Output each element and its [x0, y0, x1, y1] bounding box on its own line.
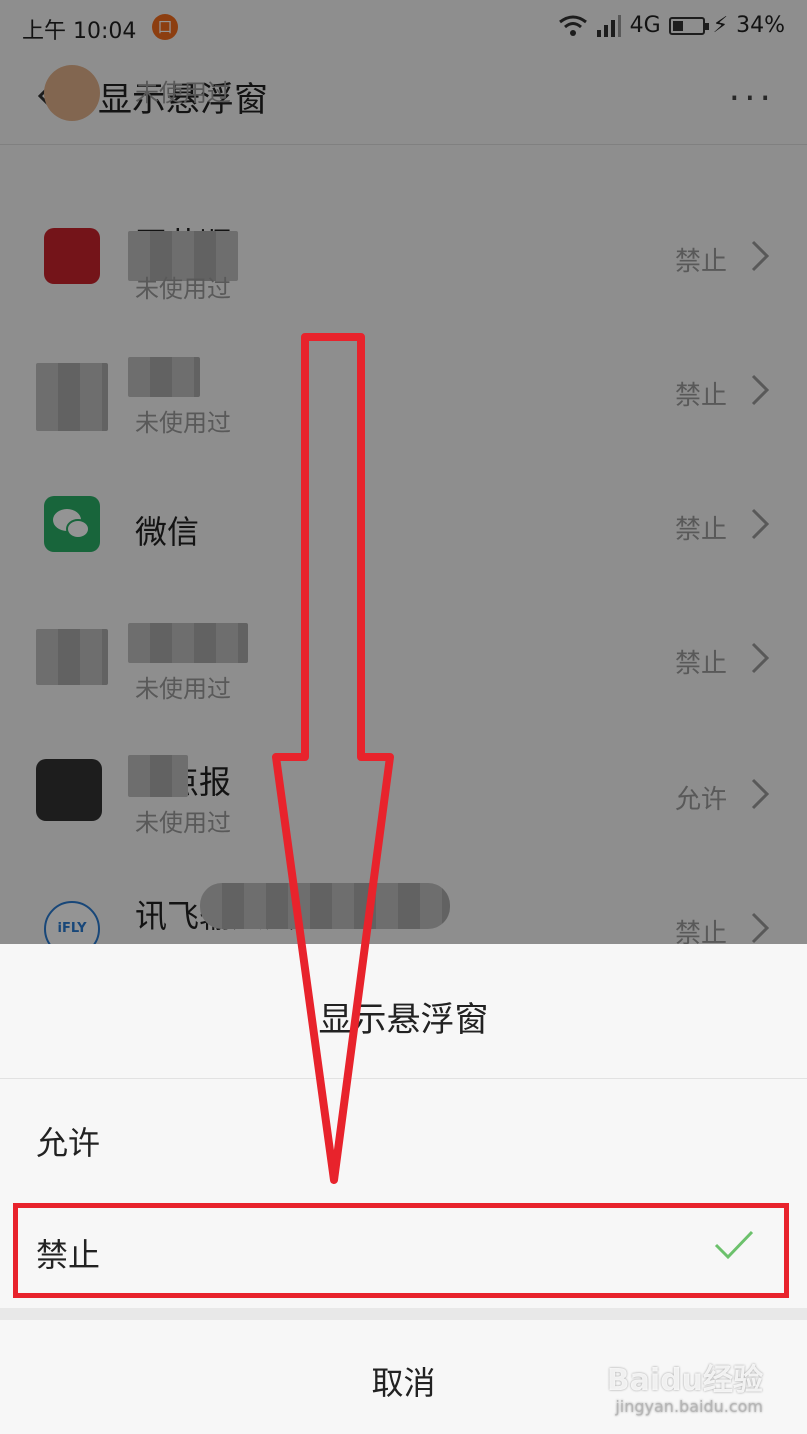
settings-screen: 上午 10:04 口 4G ⚡ 34% 显示悬浮窗 ··· 未使用过 同花顺 未… — [0, 0, 807, 1434]
highlight-box-annotation — [13, 1203, 789, 1298]
divider — [0, 1308, 807, 1320]
option-label: 允许 — [36, 1124, 101, 1162]
baidu-watermark: Baidu经验 jingyan.baidu.com — [606, 1363, 763, 1416]
dim-overlay[interactable] — [0, 0, 807, 944]
dialog-title: 显示悬浮窗 — [318, 1000, 489, 1040]
divider — [0, 1078, 807, 1079]
option-allow[interactable]: 允许 — [0, 1084, 807, 1194]
